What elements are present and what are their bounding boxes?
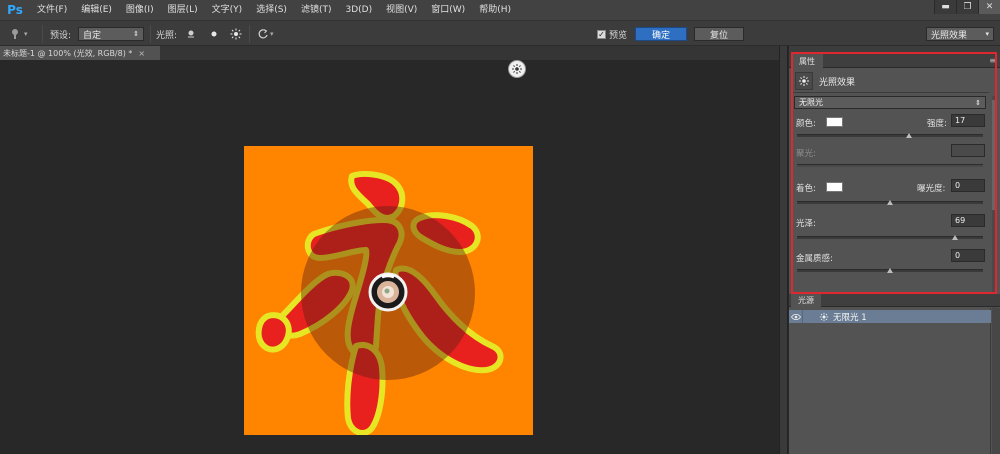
- gloss-slider-thumb[interactable]: [952, 235, 959, 240]
- properties-panel-header: 属性 ≡: [789, 54, 1000, 68]
- reset-light-icon[interactable]: [256, 27, 270, 41]
- dock-strip[interactable]: [779, 46, 788, 454]
- light-list-item[interactable]: 无限光 1: [789, 310, 991, 323]
- hotspot-label: 聚光:: [796, 149, 816, 159]
- lights-list: 无限光 1: [789, 308, 991, 454]
- tool-preset-picker[interactable]: ▾: [8, 26, 28, 42]
- lighting-effects-icon: [795, 72, 813, 90]
- gloss-input[interactable]: 69: [951, 214, 985, 227]
- light-center-handle-icon[interactable]: [368, 272, 408, 312]
- metallic-slider-thumb[interactable]: [887, 268, 893, 273]
- exposure-input[interactable]: 0: [951, 179, 985, 192]
- properties-tab[interactable]: 属性: [791, 54, 823, 68]
- add-point-light-icon[interactable]: [207, 27, 221, 41]
- intensity-label: 强度:: [927, 119, 947, 129]
- coloring-label: 着色:: [796, 184, 816, 194]
- preset-label: 预设:: [50, 30, 72, 41]
- workspace-value: 光照效果: [931, 30, 968, 41]
- chevron-down-icon: ▾: [24, 30, 28, 38]
- gloss-label: 光泽:: [796, 219, 816, 229]
- panel-menu-icon[interactable]: ≡: [989, 56, 996, 65]
- chevron-down-icon: ▾: [985, 30, 989, 38]
- divider: [793, 92, 989, 93]
- reset-button[interactable]: 复位: [694, 27, 744, 41]
- menu-bar: Ps 文件(F) 编辑(E) 图像(I) 图层(L) 文字(Y) 选择(S) 滤镜(T) 3D…: [0, 0, 1000, 20]
- select-arrows-icon: ⇕: [975, 98, 981, 107]
- close-tab-icon[interactable]: ×: [138, 49, 145, 58]
- hotspot-slider: [797, 164, 983, 167]
- menu-image[interactable]: 图像(I): [119, 0, 161, 20]
- exposure-slider[interactable]: [797, 200, 983, 205]
- dock-title-bar: [789, 46, 1000, 54]
- chevron-down-icon: ▾: [270, 30, 274, 38]
- document-canvas[interactable]: [244, 146, 533, 435]
- exposure-slider-thumb[interactable]: [887, 200, 893, 205]
- menu-type[interactable]: 文字(Y): [205, 0, 250, 20]
- metallic-input[interactable]: 0: [951, 249, 985, 262]
- light-name: 无限光 1: [833, 312, 867, 323]
- properties-title-text: 光照效果: [819, 77, 856, 88]
- preview-toggle[interactable]: ✓ 预览: [597, 26, 627, 42]
- scrollbar-thumb[interactable]: [992, 100, 997, 210]
- menu-edit[interactable]: 编辑(E): [74, 0, 119, 20]
- color-label: 颜色:: [796, 119, 816, 129]
- document-title: 未标题-1 @ 100% (光效, RGB/8) *: [3, 48, 133, 58]
- window-controls: ▬ ❐ ✕: [934, 0, 1000, 14]
- restore-button[interactable]: ❐: [956, 0, 978, 14]
- metallic-slider[interactable]: [797, 268, 983, 273]
- lights-label: 光照:: [156, 30, 178, 41]
- light-type-value: 无限光: [799, 98, 823, 107]
- exposure-label: 曝光度:: [917, 184, 946, 194]
- menu-file[interactable]: 文件(F): [30, 0, 74, 20]
- menu-layer[interactable]: 图层(L): [161, 0, 205, 20]
- infinite-light-icon: [817, 310, 831, 323]
- light-type-select[interactable]: 无限光 ⇕: [794, 96, 986, 109]
- metallic-label: 金属质感:: [796, 254, 833, 264]
- color-swatch[interactable]: [826, 117, 843, 127]
- infinite-light-widget-icon[interactable]: [508, 60, 526, 78]
- document-tab-bar: 未标题-1 @ 100% (光效, RGB/8) * ×: [0, 46, 780, 60]
- preview-checkbox[interactable]: ✓: [597, 29, 606, 39]
- lighting-tool-icon: [8, 27, 22, 41]
- lights-panel-header: 光源: [789, 294, 1000, 307]
- minimize-button[interactable]: ▬: [934, 0, 956, 14]
- close-window-button[interactable]: ✕: [978, 0, 1000, 14]
- preset-value: 自定: [83, 30, 102, 41]
- intensity-input[interactable]: 17: [951, 114, 985, 127]
- menu-window[interactable]: 窗口(W): [424, 0, 472, 20]
- lights-scrollbar[interactable]: [992, 308, 1000, 454]
- intensity-slider-thumb[interactable]: [905, 133, 912, 138]
- menu-items: 文件(F) 编辑(E) 图像(I) 图层(L) 文字(Y) 选择(S) 滤镜(T) 3D(D)…: [30, 0, 518, 20]
- lights-tab[interactable]: 光源: [791, 294, 821, 307]
- add-infinite-light-icon[interactable]: [229, 27, 243, 41]
- menu-select[interactable]: 选择(S): [249, 0, 294, 20]
- menu-view[interactable]: 视图(V): [379, 0, 424, 20]
- intensity-slider[interactable]: [797, 133, 983, 138]
- ok-button[interactable]: 确定: [635, 27, 687, 41]
- menu-filter[interactable]: 滤镜(T): [294, 0, 339, 20]
- add-spot-light-icon[interactable]: [184, 27, 198, 41]
- visibility-eye-icon[interactable]: [789, 310, 803, 323]
- menu-help[interactable]: 帮助(H): [472, 0, 518, 20]
- right-dock: 属性 ≡ 光照效果 无限光 ⇕ 颜色: 强度: 17 聚光: 着色: 曝光度: …: [789, 46, 1000, 454]
- select-arrows-icon: ⇕: [133, 30, 139, 38]
- preset-select[interactable]: 自定 ⇕: [78, 27, 144, 41]
- properties-title: 光照效果: [795, 71, 855, 91]
- workspace-select[interactable]: 光照效果 ▾: [926, 27, 994, 41]
- document-tab[interactable]: 未标题-1 @ 100% (光效, RGB/8) * ×: [0, 46, 160, 60]
- coloring-swatch[interactable]: [826, 182, 843, 192]
- photoshop-logo: Ps: [7, 3, 23, 17]
- options-bar: ▾ 预设: 自定 ⇕ 光照: ▾ ✓ 预览 确定 复位 光照效果 ▾: [0, 20, 1000, 46]
- preview-label: 预览: [609, 30, 628, 41]
- gloss-slider[interactable]: [797, 235, 983, 240]
- menu-3d[interactable]: 3D(D): [338, 0, 379, 20]
- hotspot-input: [951, 144, 985, 157]
